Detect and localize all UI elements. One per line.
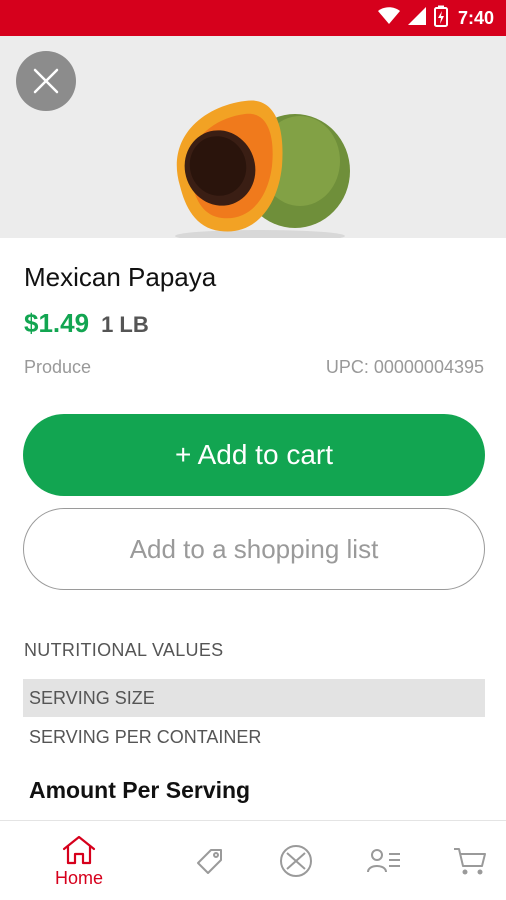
price-row: $1.49 1 LB — [24, 308, 149, 339]
battery-icon — [433, 5, 448, 32]
signal-icon — [407, 6, 426, 30]
product-image — [0, 36, 506, 238]
nav-item-home[interactable]: Home — [46, 821, 112, 900]
circle-x-icon — [280, 845, 312, 877]
user-list-icon — [367, 849, 400, 873]
close-icon — [33, 68, 59, 94]
amount-per-serving-heading: Amount Per Serving — [29, 777, 251, 803]
product-title: Mexican Papaya — [24, 262, 217, 292]
nav-label-home: Home — [54, 867, 103, 888]
nav-item-deals[interactable] — [188, 821, 232, 900]
serving-size-row: SERVING SIZE — [23, 679, 485, 717]
product-category: Produce — [24, 357, 92, 377]
nav-item-cart[interactable] — [448, 821, 492, 900]
papaya-illustration — [175, 100, 350, 238]
nav-item-lists[interactable] — [362, 821, 406, 900]
serving-size-label: SERVING SIZE — [29, 687, 155, 708]
home-icon — [62, 835, 96, 864]
add-to-shopping-list-button[interactable]: Add to a shopping list — [23, 508, 485, 590]
status-time: 7:40 — [457, 7, 494, 28]
tag-icon — [197, 849, 222, 874]
serving-per-container-row: SERVING PER CONTAINER — [23, 720, 485, 754]
product-upc: UPC: 00000004395 — [325, 357, 484, 377]
wifi-icon — [377, 6, 400, 30]
product-unit: 1 LB — [101, 312, 149, 337]
cart-icon — [454, 848, 486, 875]
product-price: $1.49 — [24, 308, 90, 338]
close-button[interactable] — [16, 51, 76, 111]
add-to-cart-button[interactable]: + Add to cart — [23, 414, 485, 496]
nutrition-heading: NUTRITIONAL VALUES — [24, 640, 224, 660]
nav-item-explore[interactable] — [274, 821, 318, 900]
status-bar: 7:40 — [0, 0, 506, 36]
bottom-nav: Home — [0, 820, 506, 900]
serving-per-container-label: SERVING PER CONTAINER — [29, 726, 262, 747]
status-icons: 7:40 — [377, 0, 494, 36]
